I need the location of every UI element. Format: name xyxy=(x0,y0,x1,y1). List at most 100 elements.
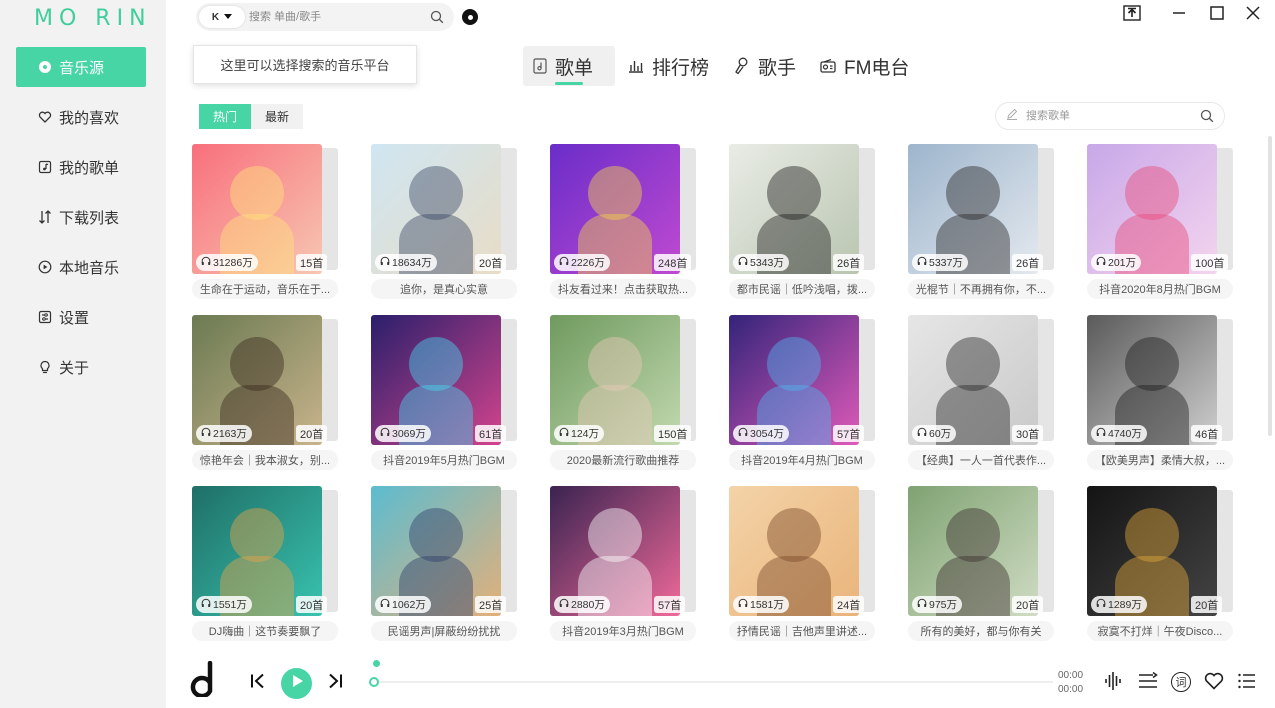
cover-art-shape xyxy=(946,508,1000,562)
chart-icon xyxy=(628,59,644,73)
close-button[interactable] xyxy=(1242,4,1264,26)
playlist-title: 都市民谣｜低吟浅唱，拨... xyxy=(729,279,875,299)
lyrics-button[interactable]: 词 xyxy=(1170,671,1192,693)
sidebar-item-favorites[interactable]: 我的喜欢 xyxy=(16,97,146,137)
playlist-title: 2020最新流行歌曲推荐 xyxy=(550,450,696,470)
mini-mode-button[interactable] xyxy=(1121,4,1143,26)
volume-indicator[interactable] xyxy=(373,660,380,667)
list-icon xyxy=(1238,673,1256,694)
sound-effect-button[interactable] xyxy=(1103,671,1125,694)
playlist-search-input[interactable] xyxy=(1026,110,1186,122)
playlist-card[interactable]: 2163万 20首 惊艳年会｜我本淑女，别... xyxy=(192,315,342,477)
play-count: 60万 xyxy=(929,428,952,440)
favorite-button[interactable] xyxy=(1203,672,1225,694)
previous-icon xyxy=(250,673,266,694)
playlist-tab-icon xyxy=(533,58,547,74)
cover-art-shape xyxy=(409,337,463,391)
sidebar-item-label: 本地音乐 xyxy=(59,259,120,277)
playlist-card[interactable]: 60万 30首 【经典】一人一首代表作... xyxy=(908,315,1058,477)
playlist-card[interactable]: 1289万 20首 寂寞不打烊｜午夜Disco... xyxy=(1087,486,1237,648)
playlist-card[interactable]: 975万 20首 所有的美好，都与你有关 xyxy=(908,486,1058,648)
playlist-card[interactable]: 201万 100首 抖音2020年8月热门BGM xyxy=(1087,144,1237,306)
minimize-button[interactable] xyxy=(1168,4,1190,26)
track-count-badge: 20首 xyxy=(296,596,328,613)
filter-latest-button[interactable]: 最新 xyxy=(251,104,304,129)
play-icon xyxy=(290,674,304,693)
sidebar-item-my-playlists[interactable]: 我的歌单 xyxy=(16,147,146,187)
close-icon xyxy=(1246,5,1260,25)
playlist-card[interactable]: 5343万 26首 都市民谣｜低吟浅唱，拨... xyxy=(729,144,879,306)
sidebar-item-downloads[interactable]: 下载列表 xyxy=(16,197,146,237)
platform-selector[interactable]: K xyxy=(199,6,245,28)
cover-art-shape xyxy=(230,166,284,220)
sidebar-item-music-source[interactable]: 音乐源 xyxy=(16,47,146,87)
play-count-badge: 1551万 xyxy=(196,596,252,613)
playlist-title: 惊艳年会｜我本淑女，别... xyxy=(192,450,338,470)
sidebar-item-local-music[interactable]: 本地音乐 xyxy=(16,247,146,287)
playlist-title: 追你，是真心实意 xyxy=(371,279,517,299)
local-play-icon xyxy=(38,260,52,274)
next-icon xyxy=(327,673,343,694)
play-mode-button[interactable] xyxy=(1137,671,1159,694)
playlist-card[interactable]: 18634万 20首 追你，是真心实意 xyxy=(371,144,521,306)
tab-label: 歌手 xyxy=(758,57,797,79)
playlist-title: 寂寞不打烊｜午夜Disco... xyxy=(1087,621,1233,641)
cover-art-shape xyxy=(588,166,642,220)
playlist-card[interactable]: 3069万 61首 抖音2019年5月热门BGM xyxy=(371,315,521,477)
sidebar-item-about[interactable]: 关于 xyxy=(16,347,146,387)
playlist-queue-button[interactable] xyxy=(1236,672,1258,694)
headphones-icon xyxy=(201,427,211,440)
sidebar-item-settings[interactable]: 设置 xyxy=(16,297,146,337)
tab-fm-radio[interactable]: FM电台 xyxy=(810,46,919,86)
cover-art-shape xyxy=(767,166,821,220)
search-icon[interactable] xyxy=(430,10,444,29)
play-button[interactable] xyxy=(281,668,312,699)
pencil-icon xyxy=(1006,107,1018,125)
playlist-card[interactable]: 2880万 57首 抖音2019年3月热门BGM xyxy=(550,486,700,648)
playlist-title: 抖音2020年8月热门BGM xyxy=(1087,279,1233,299)
play-count-badge: 31286万 xyxy=(196,254,258,271)
play-count: 1062万 xyxy=(392,599,426,611)
playlist-title: 抒情民谣｜吉他声里讲述... xyxy=(729,621,875,641)
current-time: 00:00 xyxy=(1058,670,1084,681)
progress-bar[interactable] xyxy=(373,681,1053,683)
scrollbar[interactable] xyxy=(1268,136,1272,436)
player-logo-icon xyxy=(190,660,216,702)
vinyl-icon[interactable] xyxy=(462,9,478,25)
playlist-card[interactable]: 4740万 46首 【欧美男声】柔情大叔，... xyxy=(1087,315,1237,477)
play-count: 975万 xyxy=(929,599,958,611)
filter-group: 热门 最新 xyxy=(199,104,304,129)
filter-hot-button[interactable]: 热门 xyxy=(199,104,252,129)
tab-singers[interactable]: 歌手 xyxy=(724,46,806,86)
track-count-badge: 46首 xyxy=(1191,425,1223,442)
cover-art-shape xyxy=(409,508,463,562)
playlist-card[interactable]: 5337万 26首 光棍节｜不再拥有你，不... xyxy=(908,144,1058,306)
track-count-badge: 26首 xyxy=(1012,254,1044,271)
cover-art-shape xyxy=(1125,508,1179,562)
cover-art-shape xyxy=(588,337,642,391)
play-count: 2163万 xyxy=(213,428,247,440)
track-count-badge: 150首 xyxy=(654,425,692,442)
playlist-card[interactable]: 3054万 57首 抖音2019年4月热门BGM xyxy=(729,315,879,477)
tab-playlists[interactable]: 歌单 xyxy=(523,46,615,86)
playlist-card[interactable]: 31286万 15首 生命在于运动，音乐在于... xyxy=(192,144,342,306)
maximize-button[interactable] xyxy=(1206,4,1228,26)
play-count: 4740万 xyxy=(1108,428,1142,440)
previous-button[interactable] xyxy=(248,673,268,693)
playlist-card[interactable]: 2226万 248首 抖友看过来！点击获取热... xyxy=(550,144,700,306)
playlist-card[interactable]: 124万 150首 2020最新流行歌曲推荐 xyxy=(550,315,700,477)
playlist-card[interactable]: 1062万 25首 民谣男声|屏蔽纷纷扰扰 xyxy=(371,486,521,648)
play-count-badge: 1581万 xyxy=(733,596,789,613)
progress-knob[interactable] xyxy=(369,677,379,687)
search-icon[interactable] xyxy=(1200,109,1214,128)
global-search-input[interactable] xyxy=(249,11,419,23)
play-count-badge: 2226万 xyxy=(554,254,610,271)
headphones-icon xyxy=(917,598,927,611)
play-count: 2226万 xyxy=(571,257,605,269)
next-button[interactable] xyxy=(325,673,345,693)
playlist-card[interactable]: 1581万 24首 抒情民谣｜吉他声里讲述... xyxy=(729,486,879,648)
playlist-card[interactable]: 1551万 20首 DJ嗨曲｜这节奏要飘了 xyxy=(192,486,342,648)
track-count-badge: 30首 xyxy=(1012,425,1044,442)
tab-charts[interactable]: 排行榜 xyxy=(618,46,719,86)
track-count-badge: 20首 xyxy=(1191,596,1223,613)
